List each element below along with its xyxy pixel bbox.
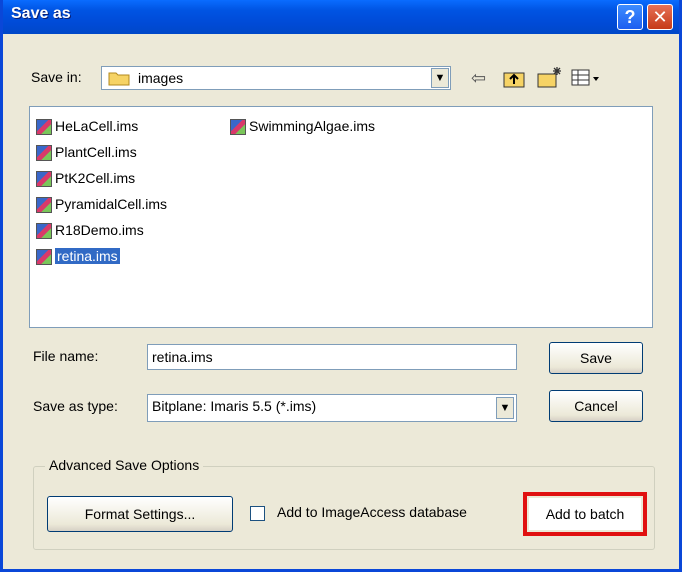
dialog-title: Save as — [11, 5, 71, 22]
ims-file-icon — [36, 223, 52, 240]
save-type-value: Bitplane: Imaris 5.5 (*.ims) — [152, 398, 317, 414]
list-item-selected[interactable]: retina.ims — [36, 245, 120, 267]
list-item[interactable]: R18Demo.ims — [36, 219, 144, 241]
list-item[interactable]: PlantCell.ims — [36, 141, 137, 163]
cancel-button[interactable]: Cancel — [549, 390, 643, 422]
save-type-dropdown-arrow[interactable]: ▼ — [496, 397, 514, 419]
back-arrow-icon[interactable]: ⇦ — [471, 68, 486, 89]
imageaccess-checkbox[interactable] — [250, 506, 265, 521]
close-button[interactable]: ✕ — [647, 4, 673, 30]
format-settings-button[interactable]: Format Settings... — [47, 496, 233, 532]
ims-file-icon — [230, 119, 246, 136]
advanced-options-label: Advanced Save Options — [45, 457, 204, 473]
file-name-input[interactable] — [147, 344, 517, 370]
add-to-batch-button[interactable]: Add to batch — [529, 498, 641, 530]
ims-file-icon — [36, 249, 52, 266]
highlight-box: Add to batch — [523, 492, 647, 536]
ims-file-icon — [36, 145, 52, 162]
save-in-combo[interactable]: images — [101, 66, 451, 90]
title-bar[interactable]: Save as ? ✕ — [3, 0, 679, 34]
save-in-dropdown-arrow[interactable]: ▼ — [431, 68, 449, 88]
new-folder-icon[interactable] — [537, 66, 563, 88]
save-type-select[interactable]: Bitplane: Imaris 5.5 (*.ims) — [147, 394, 517, 422]
ims-file-icon — [36, 171, 52, 188]
view-menu-icon[interactable] — [571, 68, 601, 88]
save-in-label: Save in: — [31, 69, 82, 85]
folder-icon — [108, 72, 130, 86]
up-folder-icon[interactable] — [503, 68, 525, 88]
save-type-label: Save as type: — [33, 398, 118, 414]
file-list[interactable]: HeLaCell.ims PlantCell.ims PtK2Cell.ims … — [29, 106, 653, 328]
save-button[interactable]: Save — [549, 342, 643, 374]
ims-file-icon — [36, 197, 52, 214]
list-item[interactable]: HeLaCell.ims — [36, 115, 138, 137]
save-as-dialog: Save as ? ✕ Save in: images ▼ ⇦ HeLaCell… — [0, 0, 682, 572]
file-name-label: File name: — [33, 348, 99, 364]
list-item[interactable]: PtK2Cell.ims — [36, 167, 135, 189]
list-item[interactable]: SwimmingAlgae.ims — [230, 115, 375, 137]
imageaccess-label: Add to ImageAccess database — [277, 504, 467, 520]
help-button[interactable]: ? — [617, 4, 643, 30]
ims-file-icon — [36, 119, 52, 136]
list-item[interactable]: PyramidalCell.ims — [36, 193, 167, 215]
save-in-value: images — [138, 70, 184, 86]
